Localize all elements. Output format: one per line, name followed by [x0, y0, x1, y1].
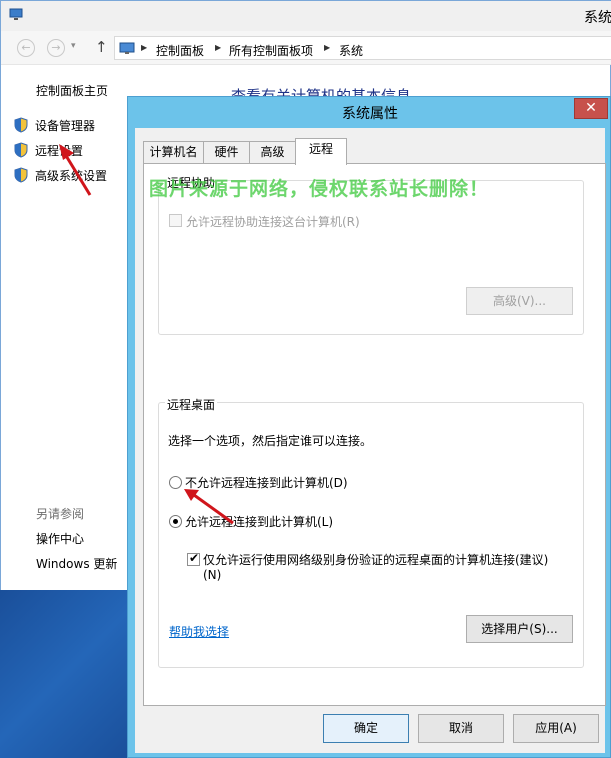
chevron-down-icon[interactable]: ▾: [71, 41, 76, 51]
desktop-background: [0, 590, 130, 758]
tab-computer-name[interactable]: 计算机名: [143, 141, 204, 164]
sidebar-item-remote-settings[interactable]: 远程设置: [14, 142, 83, 159]
address-bar[interactable]: ▶ 控制面板 ▶ 所有控制面板项 ▶ 系统: [114, 36, 611, 60]
watermark-text: 图片来源于网络，侵权联系站长删除！: [149, 178, 490, 200]
window-titlebar[interactable]: 系统: [1, 1, 611, 31]
control-panel-icon: [119, 42, 135, 54]
nla-only-label-suffix: (N): [203, 568, 222, 582]
sidebar-item-label: 高级系统设置: [35, 169, 108, 183]
remote-desktop-instruction: 选择一个选项，然后指定谁可以连接。: [168, 434, 373, 448]
tab-hardware[interactable]: 硬件: [203, 141, 250, 164]
dialog-title: 系统属性: [342, 106, 398, 122]
sidebar: 控制面板主页 设备管理器 远程设置 高级系统设置 另请参阅 操作中心 Windo…: [1, 65, 129, 591]
allow-remote-label: 允许远程连接到此计算机(L): [185, 515, 334, 529]
tab-advanced[interactable]: 高级: [249, 141, 296, 164]
breadcrumb-separator-icon: ▶: [324, 43, 331, 52]
dialog-body: 计算机名 硬件 高级 远程 远程协助 允许远程协助连接这台计算机(R) 高级(V…: [135, 128, 606, 753]
window-title: 系统: [584, 10, 611, 26]
breadcrumb-system[interactable]: 系统: [339, 42, 363, 59]
remote-assistance-group: 远程协助 允许远程协助连接这台计算机(R) 高级(V)...: [158, 174, 584, 335]
sidebar-item-label: 远程设置: [35, 144, 84, 158]
remote-desktop-title: 远程桌面: [165, 396, 218, 413]
remote-tab-panel: 远程协助 允许远程协助连接这台计算机(R) 高级(V)... 远程桌面 选择一个…: [143, 163, 606, 706]
back-arrow-icon[interactable]: ←: [17, 39, 35, 57]
deny-remote-radio[interactable]: [169, 476, 182, 489]
system-icon: [9, 8, 23, 20]
select-users-button[interactable]: 选择用户(S)...: [466, 615, 573, 643]
nla-only-label: 仅允许运行使用网络级别身份验证的远程桌面的计算机连接(建议): [203, 553, 549, 567]
remote-assistance-advanced-button[interactable]: 高级(V)...: [466, 287, 573, 315]
sidebar-item-device-manager[interactable]: 设备管理器: [14, 117, 95, 134]
ok-button[interactable]: 确定: [323, 714, 409, 743]
apply-button[interactable]: 应用(A): [513, 714, 599, 743]
windows-update-link[interactable]: Windows 更新: [36, 555, 117, 572]
cancel-button[interactable]: 取消: [418, 714, 504, 743]
allow-remote-assistance-checkbox[interactable]: [169, 214, 182, 227]
allow-remote-radio[interactable]: [169, 515, 182, 528]
nla-only-checkbox[interactable]: [187, 551, 200, 566]
sidebar-item-advanced-system-settings[interactable]: 高级系统设置: [14, 167, 107, 184]
up-arrow-icon[interactable]: ↑: [95, 38, 108, 56]
forward-arrow-icon[interactable]: →: [47, 39, 65, 57]
see-also-title: 另请参阅: [36, 507, 85, 521]
close-icon: ✕: [585, 100, 597, 116]
remote-desktop-group: 远程桌面 选择一个选项，然后指定谁可以连接。 不允许远程连接到此计算机(D) 允…: [158, 396, 584, 668]
shield-icon: [14, 142, 28, 158]
shield-icon: [14, 167, 28, 183]
breadcrumb-separator-icon: ▶: [141, 43, 148, 52]
close-button[interactable]: ✕: [574, 98, 608, 119]
help-me-choose-link[interactable]: 帮助我选择: [169, 623, 229, 640]
action-center-link[interactable]: 操作中心: [36, 530, 84, 547]
breadcrumb-separator-icon: ▶: [215, 43, 222, 52]
sidebar-home-link[interactable]: 控制面板主页: [36, 82, 108, 99]
shield-icon: [14, 117, 28, 133]
deny-remote-label: 不允许远程连接到此计算机(D): [185, 476, 348, 490]
navigation-bar: ← → ▾ ↑ ▶ 控制面板 ▶ 所有控制面板项 ▶ 系统: [1, 31, 611, 65]
sidebar-item-label: 设备管理器: [35, 119, 96, 133]
breadcrumb-all-items[interactable]: 所有控制面板项: [229, 42, 313, 59]
breadcrumb-control-panel[interactable]: 控制面板: [156, 42, 204, 59]
tab-remote[interactable]: 远程: [295, 138, 347, 165]
allow-remote-assistance-label: 允许远程协助连接这台计算机(R): [186, 215, 360, 229]
